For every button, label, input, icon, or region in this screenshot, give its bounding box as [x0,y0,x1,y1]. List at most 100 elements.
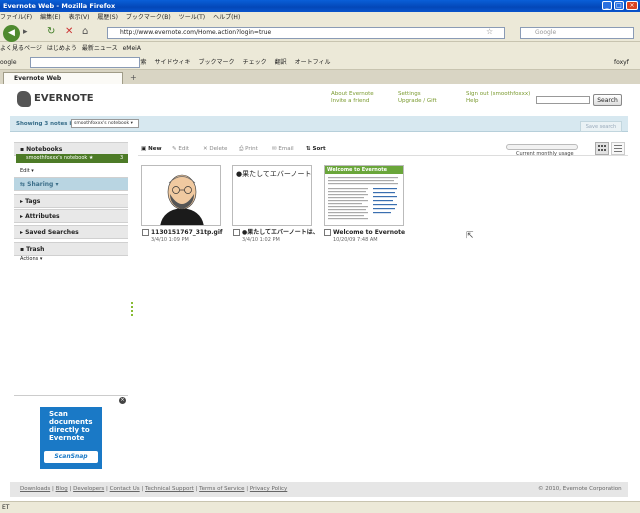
email-label: Email [278,146,294,152]
sidebar-tags-header[interactable]: ▸ Tags [14,194,128,208]
new-note-button[interactable]: ▣ New [141,142,162,156]
sort-button[interactable]: ⇅ Sort [306,142,326,156]
note-date: 3/4/10 1:09 PM [151,237,189,243]
minimize-button[interactable]: _ [602,1,612,10]
ad-line: Evernote [49,434,85,442]
bookmark-item[interactable]: 最新ニュース [82,45,118,52]
grid-view-icon[interactable] [595,142,609,155]
menu-item[interactable]: ファイル(F) [0,14,32,21]
note-date: 3/4/10 1:02 PM [242,237,280,243]
forward-button[interactable]: ▸ [23,27,28,37]
google-toolbar-item[interactable]: 翻訳 [275,59,287,66]
showing-text: Showing 3 notes in [16,121,76,127]
save-search-button[interactable]: Save search [580,121,622,132]
close-button[interactable]: × [626,1,638,10]
footer-link[interactable]: Contact Us [110,486,140,492]
note-checkbox[interactable] [142,229,149,236]
print-note-button[interactable]: ⎙ Print [239,142,258,156]
google-search-input[interactable] [30,57,140,68]
edit-note-button[interactable]: ✎ Edit [172,142,189,156]
google-toolbar-item[interactable]: ブックマーク [199,59,235,66]
signout-link[interactable]: Sign out (smoothfoxxx) [466,91,530,98]
help-link[interactable]: Help [466,98,479,105]
note-title[interactable]: 1130151767_31tp.gif [151,229,223,237]
sidebar-sharing-header[interactable]: ⇆ Sharing ▾ [14,177,128,191]
notebooks-label: Notebooks [26,146,63,153]
sidebar-attributes-header[interactable]: ▸ Attributes [14,209,128,223]
invite-link[interactable]: Invite a friend [331,98,369,105]
footer-link[interactable]: Developers [73,486,104,492]
upgrade-link[interactable]: Upgrade / Gift [398,98,437,105]
bookmark-item[interactable]: よく見るページ [0,45,42,52]
note-title[interactable]: ●果たしてエバーノートは、 [242,229,319,237]
home-icon[interactable]: ⌂ [82,26,88,37]
bookmark-item[interactable]: eMeiA [123,45,141,52]
footer-link[interactable]: Technical Support [145,486,194,492]
status-text: ET [2,504,10,511]
footer-link[interactable]: Privacy Policy [250,486,287,492]
bookmark-star-icon[interactable]: ☆ [486,27,493,36]
edit-link[interactable]: Edit ▾ [20,168,34,174]
note-checkbox[interactable] [324,229,331,236]
email-note-button[interactable]: ✉ Email [272,142,294,156]
note-snippet: ●果たしてエバーノート [236,170,312,178]
notebook-select[interactable]: smoothfoxxx's notebook ▾ [71,119,139,128]
note-title[interactable]: Welcome to Evernote [333,229,405,237]
menu-item[interactable]: ヘルプ(H) [213,14,240,21]
maximize-button[interactable]: □ [614,1,624,10]
settings-link[interactable]: Settings [398,91,421,98]
search-button[interactable]: Search [593,94,622,106]
note-thumbnail[interactable]: Welcome to Evernote [324,165,404,226]
note-checkbox[interactable] [233,229,240,236]
menu-item[interactable]: 編集(E) [40,14,60,21]
google-toolbar-item[interactable]: オートフィル [295,59,331,66]
delete-label: Delete [209,146,228,152]
menu-item[interactable]: ブックマーク(B) [126,14,171,21]
browser-search-input[interactable]: Google [520,27,634,39]
footer-link[interactable]: Blog [56,486,68,492]
menu-item[interactable]: ツール(T) [179,14,205,21]
sharing-label: Sharing [27,181,54,188]
footer-link[interactable]: Terms of Service [199,486,244,492]
new-label: New [148,146,162,152]
google-logo: oogle [0,59,17,66]
url-text: http://www.evernote.com/Home.action?logi… [120,29,272,36]
note-thumbnail[interactable]: ●果たしてエバーノート [232,165,312,226]
stop-icon[interactable]: ✕ [65,26,73,37]
sort-label: Sort [312,146,326,152]
edit-label: Edit [20,168,30,174]
notebook-item[interactable]: smoothfoxxx's notebook ★ [16,154,128,163]
ad-line: documents [49,418,93,426]
pane-resize-handle[interactable] [131,302,133,316]
sidebar-saved-searches-header[interactable]: ▸ Saved Searches [14,225,128,239]
delete-note-button[interactable]: ✕ Delete [203,142,227,156]
tab-evernote-web[interactable]: Evernote Web [3,72,123,84]
actions-dropdown[interactable]: Actions ▾ [20,256,42,262]
actions-label: Actions [20,256,39,262]
about-link[interactable]: About Evernote [331,91,374,98]
bookmark-item[interactable]: はじめよう [47,45,77,52]
evernote-search-input[interactable] [536,96,590,104]
ad-line: Scan [49,410,68,418]
search-placeholder: Google [535,29,557,36]
notebook-item-label: smoothfoxxx's notebook ★ [26,155,94,161]
sidebar-trash-header[interactable]: ▪ Trash [14,242,128,256]
url-bar[interactable]: http://www.evernote.com/Home.action?logi… [107,27,505,39]
evernote-logo: EVERNOTE [17,90,94,108]
google-toolbar-item[interactable]: サイドウィキ [155,59,191,66]
notebook-count: 3 [120,155,124,161]
toolbar-user[interactable]: foxyf [614,55,629,70]
footer-link[interactable]: Downloads [20,486,50,492]
menu-item[interactable]: 表示(V) [69,14,90,21]
attributes-label: Attributes [25,213,60,220]
reload-icon[interactable]: ↻ [47,26,55,37]
back-button[interactable]: ◀ [3,25,20,42]
google-toolbar-item[interactable]: チェック [243,59,267,66]
edit-note-label: Edit [178,146,190,152]
ad-close-icon[interactable]: × [119,397,126,404]
menu-item[interactable]: 履歴(S) [97,14,118,21]
list-view-icon[interactable] [611,142,625,155]
note-thumbnail[interactable] [141,165,221,226]
notebook-select-value: smoothfoxxx's notebook [74,121,130,126]
new-tab-button[interactable]: + [130,73,137,82]
